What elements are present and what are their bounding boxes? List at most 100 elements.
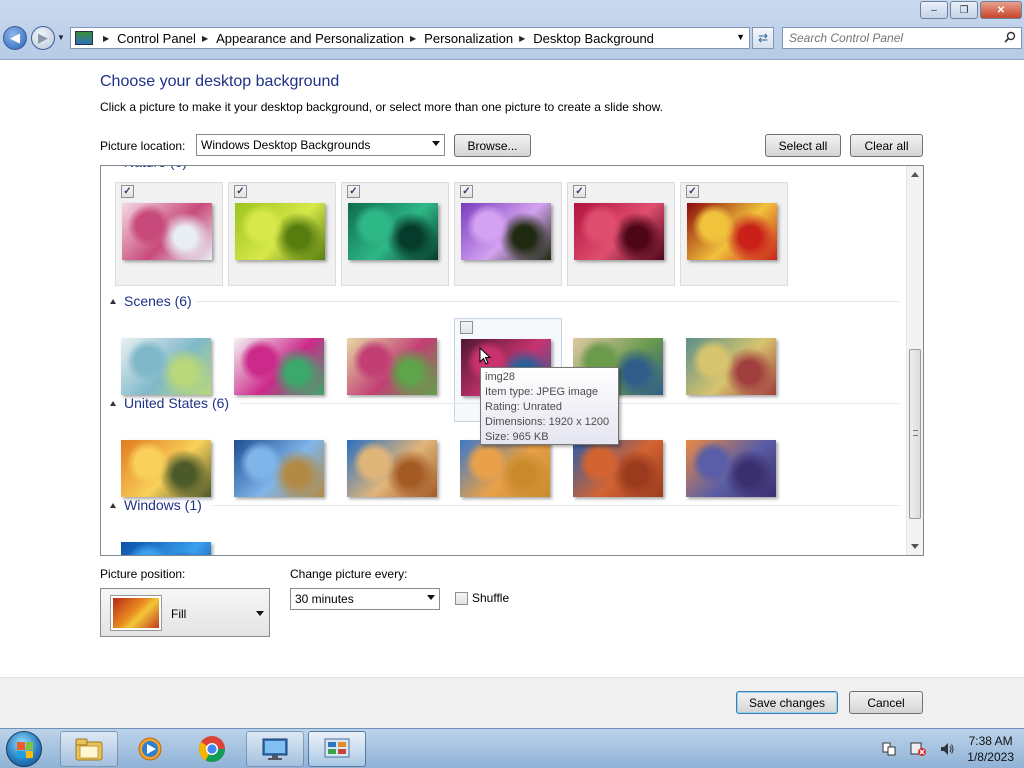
wallpaper-thumbnail[interactable] — [574, 203, 664, 260]
picture-position-dropdown[interactable]: Fill — [100, 588, 270, 637]
refresh-button[interactable]: ⇄ — [752, 27, 774, 49]
group-title: Nature (6) — [124, 166, 187, 170]
collapse-triangle-icon[interactable] — [110, 400, 116, 406]
collapse-triangle-icon[interactable] — [110, 502, 116, 508]
picture-tile[interactable] — [115, 522, 223, 555]
checkbox-checked-icon[interactable]: ✓ — [573, 185, 586, 198]
wallpaper-thumbnail[interactable] — [235, 203, 325, 260]
window-controls: – ❐ ✕ — [920, 1, 1022, 19]
browse-button[interactable]: Browse... — [454, 134, 531, 157]
volume-icon[interactable] — [939, 741, 955, 757]
chevron-down-icon — [432, 141, 440, 146]
address-bar[interactable]: ▶ Control Panel ▶ Appearance and Persona… — [70, 27, 750, 49]
group-header[interactable]: Windows (1) — [101, 495, 901, 515]
checkbox-icon[interactable] — [460, 321, 473, 334]
page-subtitle: Click a picture to make it your desktop … — [100, 100, 663, 114]
back-button[interactable]: ◀ — [3, 26, 27, 50]
network-disconnected-icon[interactable] — [909, 741, 927, 757]
window-chrome: – ❐ ✕ ◀ ▶ ▼ ▶ Control Panel ▶ Appearance… — [0, 0, 1024, 60]
group-header[interactable]: Scenes (6) — [101, 291, 901, 311]
taskbar: 7:38 AM 1/8/2023 — [0, 728, 1024, 768]
breadcrumb-control-panel[interactable]: Control Panel — [117, 31, 196, 46]
picture-tile[interactable]: ✓ — [228, 182, 336, 286]
breadcrumb-personalization[interactable]: Personalization — [424, 31, 513, 46]
picture-tile[interactable]: ✓ — [567, 182, 675, 286]
wallpaper-thumbnail[interactable] — [122, 203, 212, 260]
breadcrumb-separator-icon[interactable]: ▶ — [103, 34, 109, 43]
picture-tile[interactable]: ✓ — [341, 182, 449, 286]
picture-gallery[interactable]: Nature (6) ✓ ✓ ✓ ✓ ✓ ✓ Scenes (6) United States … — [100, 165, 924, 556]
wallpaper-thumbnail[interactable] — [347, 338, 437, 395]
wallpaper-thumbnail[interactable] — [687, 203, 777, 260]
taskbar-clock[interactable]: 7:38 AM 1/8/2023 — [967, 733, 1014, 765]
wallpaper-thumbnail[interactable] — [121, 440, 211, 497]
change-picture-value: 30 minutes — [295, 592, 354, 606]
start-button[interactable] — [6, 731, 42, 767]
taskbar-control-panel[interactable] — [308, 731, 366, 767]
picture-location-dropdown[interactable]: Windows Desktop Backgrounds — [196, 134, 445, 156]
minimize-button[interactable]: – — [920, 1, 948, 19]
monitor-icon — [262, 738, 288, 760]
arrow-right-icon: ▶ — [38, 30, 48, 45]
wallpaper-thumbnail[interactable] — [460, 440, 550, 497]
scrollbar-thumb[interactable] — [909, 349, 921, 519]
picture-tile[interactable]: ✓ — [680, 182, 788, 286]
group-divider — [196, 301, 899, 302]
picture-tile[interactable]: ✓ — [115, 182, 223, 286]
search-box[interactable] — [782, 27, 1022, 49]
action-center-flag-icon[interactable] — [881, 741, 897, 757]
wallpaper-thumbnail[interactable] — [686, 440, 776, 497]
cancel-button[interactable]: Cancel — [849, 691, 923, 714]
checkbox-checked-icon[interactable]: ✓ — [686, 185, 699, 198]
page-title: Choose your desktop background — [100, 73, 340, 90]
checkbox-checked-icon[interactable]: ✓ — [347, 185, 360, 198]
wallpaper-thumbnail[interactable] — [234, 338, 324, 395]
wallpaper-thumbnail[interactable] — [347, 440, 437, 497]
breadcrumb-separator-icon[interactable]: ▶ — [519, 34, 525, 43]
breadcrumb-separator-icon[interactable]: ▶ — [410, 34, 416, 43]
wallpaper-thumbnail[interactable] — [348, 203, 438, 260]
breadcrumb-desktop-background[interactable]: Desktop Background — [533, 31, 654, 46]
group-header[interactable]: Nature (6) — [101, 166, 901, 172]
wallpaper-thumbnail[interactable] — [686, 338, 776, 395]
taskbar-media-player[interactable] — [121, 731, 179, 767]
checkbox-checked-icon[interactable]: ✓ — [460, 185, 473, 198]
checkbox-icon[interactable] — [455, 591, 468, 605]
scroll-up-icon[interactable] — [911, 172, 919, 177]
breadcrumb-appearance[interactable]: Appearance and Personalization — [216, 31, 404, 46]
taskbar-remote-desktop[interactable] — [246, 731, 304, 767]
change-picture-dropdown[interactable]: 30 minutes — [290, 588, 440, 610]
search-icon[interactable] — [1004, 31, 1016, 43]
tooltip-rating: Rating: Unrated — [485, 401, 563, 413]
picture-tile[interactable]: ✓ — [454, 182, 562, 286]
tooltip-type: Item type: JPEG image — [485, 386, 599, 398]
forward-button[interactable]: ▶ — [31, 26, 55, 50]
clock-time: 7:38 AM — [968, 734, 1013, 748]
wallpaper-thumbnail[interactable] — [234, 440, 324, 497]
address-dropdown-icon[interactable]: ▼ — [736, 32, 745, 42]
wallpaper-thumbnail[interactable] — [573, 440, 663, 497]
wallpaper-thumbnail[interactable] — [121, 338, 211, 395]
folder-icon — [75, 738, 103, 761]
breadcrumb-separator-icon[interactable]: ▶ — [202, 34, 208, 43]
change-picture-label: Change picture every: — [290, 567, 408, 581]
checkbox-checked-icon[interactable]: ✓ — [234, 185, 247, 198]
taskbar-file-explorer[interactable] — [60, 731, 118, 767]
select-all-button[interactable]: Select all — [765, 134, 841, 157]
checkbox-checked-icon[interactable]: ✓ — [121, 185, 134, 198]
save-changes-button[interactable]: Save changes — [736, 691, 838, 714]
collapse-triangle-icon[interactable] — [110, 298, 116, 304]
close-button[interactable]: ✕ — [980, 1, 1022, 19]
clear-all-button[interactable]: Clear all — [850, 134, 923, 157]
scroll-down-icon[interactable] — [911, 544, 919, 549]
wallpaper-thumbnail[interactable] — [121, 542, 211, 555]
shuffle-checkbox[interactable]: Shuffle — [455, 591, 509, 605]
mouse-cursor-icon — [479, 347, 491, 365]
taskbar-chrome[interactable] — [183, 731, 241, 767]
vertical-scrollbar[interactable] — [906, 166, 923, 555]
position-preview-image — [110, 595, 162, 631]
wallpaper-thumbnail[interactable] — [461, 203, 551, 260]
maximize-button[interactable]: ❐ — [950, 1, 978, 19]
recent-pages-button[interactable]: ▼ — [57, 33, 65, 42]
search-input[interactable] — [783, 28, 993, 48]
